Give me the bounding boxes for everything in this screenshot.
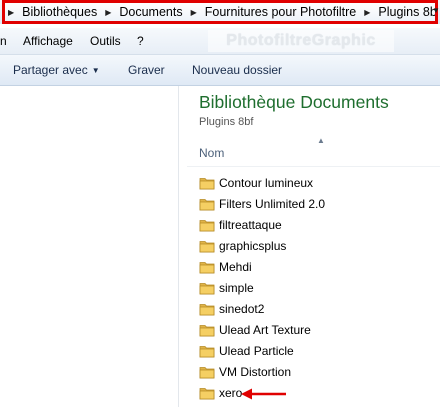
file-row[interactable]: simple <box>199 277 325 298</box>
menu-item-partial[interactable]: n <box>0 34 7 48</box>
library-title: Bibliothèque Documents <box>199 92 389 112</box>
file-row[interactable]: Mehdi <box>199 256 325 277</box>
file-name: simple <box>219 280 254 295</box>
breadcrumb-documents[interactable]: Documents <box>119 5 187 19</box>
file-list: Contour lumineux Filters Unlimited 2.0 fil… <box>199 172 325 403</box>
column-divider <box>187 166 440 167</box>
menu-item-help[interactable]: ? <box>137 34 144 48</box>
file-name: Mehdi <box>219 259 252 274</box>
folder-icon <box>199 344 215 358</box>
folder-icon <box>199 323 215 337</box>
menu-item-outils[interactable]: Outils <box>90 34 121 48</box>
file-row[interactable]: VM Distortion <box>199 361 325 382</box>
breadcrumb-plugins[interactable]: Plugins 8bf <box>378 5 435 19</box>
chevron-down-icon: ▼ <box>91 66 100 75</box>
breadcrumb-arrow-icon[interactable]: ▶ <box>102 8 119 17</box>
file-row[interactable]: sinedot2 <box>199 298 325 319</box>
share-button-label: Partager avec <box>13 63 88 77</box>
file-name: graphicsplus <box>219 238 287 253</box>
new-folder-button[interactable]: Nouveau dossier <box>192 63 282 77</box>
folder-icon <box>199 365 215 379</box>
file-name: Ulead Art Texture <box>219 322 311 337</box>
breadcrumb-arrow-icon[interactable]: ▶ <box>5 8 22 17</box>
breadcrumb-arrow-icon[interactable]: ▶ <box>188 8 205 17</box>
file-name: filtreattaque <box>219 217 282 232</box>
breadcrumb-fournitures[interactable]: Fournitures pour Photofiltre <box>205 5 361 19</box>
folder-icon <box>199 281 215 295</box>
navigation-pane[interactable] <box>0 86 179 407</box>
breadcrumb-arrow-icon[interactable]: ▶ <box>361 8 378 17</box>
column-header-name[interactable]: Nom <box>199 146 224 160</box>
menu-item-affichage[interactable]: Affichage <box>23 34 73 48</box>
folder-icon <box>199 176 215 190</box>
file-name: sinedot2 <box>219 301 265 316</box>
folder-icon <box>199 302 215 316</box>
file-name: Contour lumineux <box>219 175 314 190</box>
folder-icon <box>199 239 215 253</box>
file-name: Filters Unlimited 2.0 <box>219 196 326 211</box>
breadcrumb: ▶ Bibliothèques ▶ Documents ▶ Fourniture… <box>2 0 438 24</box>
share-button[interactable]: Partager avec ▼ <box>13 63 100 77</box>
file-row[interactable]: Filters Unlimited 2.0 <box>199 193 325 214</box>
folder-icon <box>199 218 215 232</box>
address-dropdown-icon[interactable]: ▼ <box>432 6 440 15</box>
breadcrumb-bibliotheques[interactable]: Bibliothèques <box>22 5 102 19</box>
file-row[interactable]: filtreattaque <box>199 214 325 235</box>
burn-button[interactable]: Graver <box>128 63 165 77</box>
red-arrow-icon <box>241 388 286 400</box>
folder-icon <box>199 260 215 274</box>
file-name: VM Distortion <box>219 364 292 379</box>
file-name: Ulead Particle <box>219 343 294 358</box>
library-subtitle: Plugins 8bf <box>199 116 254 128</box>
file-row[interactable]: Ulead Art Texture <box>199 319 325 340</box>
sort-ascending-icon: ▲ <box>317 136 325 145</box>
file-row[interactable]: Ulead Particle <box>199 340 325 361</box>
file-row[interactable]: graphicsplus <box>199 235 325 256</box>
watermark: PhotofiltreGraphic <box>208 30 394 52</box>
folder-icon <box>199 386 215 400</box>
command-toolbar: Partager avec ▼ Graver Nouveau dossier <box>0 55 440 86</box>
address-bar[interactable]: ▶ Bibliothèques ▶ Documents ▶ Fourniture… <box>0 0 440 24</box>
file-name: xero <box>219 385 243 400</box>
folder-icon <box>199 197 215 211</box>
content-pane: Bibliothèque Documents Plugins 8bf ▲ Nom… <box>179 86 440 407</box>
file-row[interactable]: Contour lumineux <box>199 172 325 193</box>
